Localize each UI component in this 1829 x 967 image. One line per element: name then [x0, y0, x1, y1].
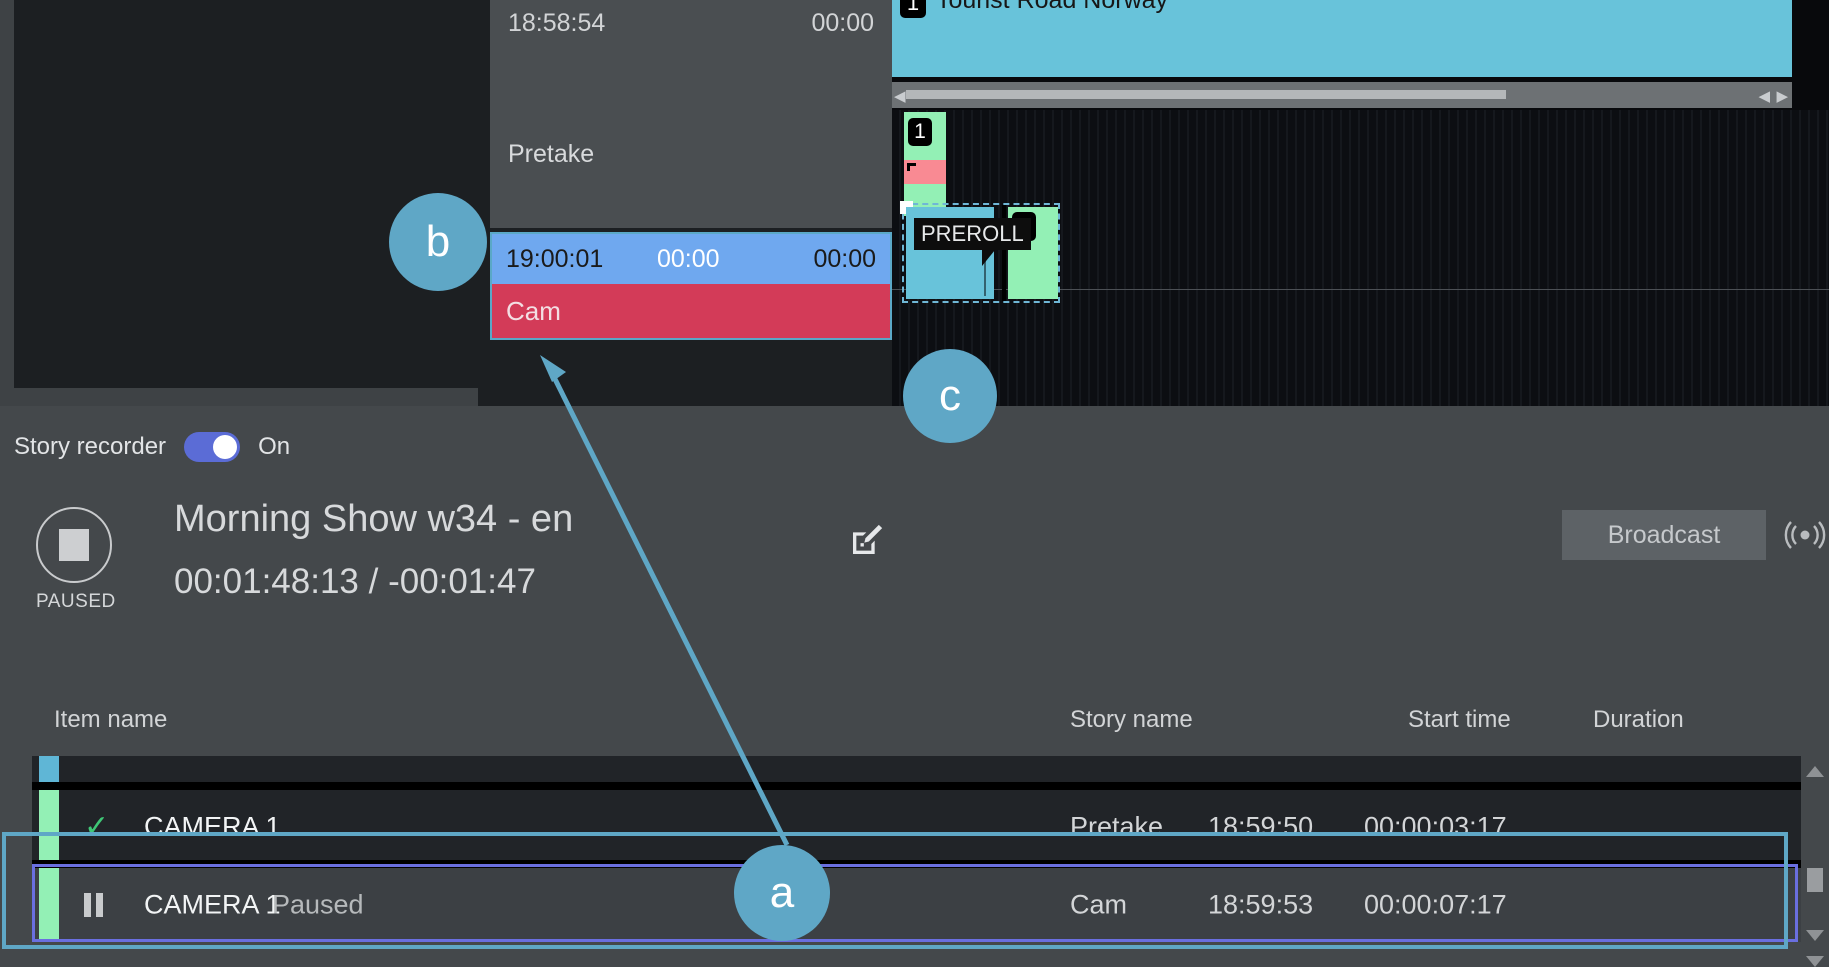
story-recorder-label: Story recorder — [14, 433, 167, 460]
story-times-row: 18:58:54 00:00 — [490, 0, 892, 58]
transport-state-label: PAUSED — [36, 591, 116, 612]
edit-pencil-icon[interactable] — [848, 519, 888, 559]
cam-mid-time: 00:00 — [657, 245, 720, 273]
annotation-bubble-a: a — [734, 845, 830, 941]
table-header: Item name Story name Start time Duration — [0, 700, 1829, 756]
preview-gutter — [0, 0, 14, 406]
rundown-column: 18:58:54 00:00 Pretake 19:00:01 00:00 00… — [478, 0, 892, 406]
recorder-main-row: PAUSED Morning Show w34 - en 00:01:48:13… — [0, 492, 1829, 652]
pretake-offset: 00:00 — [811, 8, 874, 37]
scroll-step-left-icon[interactable]: ◀ — [1758, 87, 1770, 105]
timeline-clip-green-upper[interactable]: 1 — [904, 112, 946, 160]
stop-button[interactable] — [36, 507, 112, 583]
story-recorder-toggle[interactable] — [184, 432, 241, 462]
clip-index-badge: 1 — [908, 118, 932, 146]
timeline-top-clip[interactable]: 1 Tourist Road Norway — [892, 0, 1792, 77]
preroll-label: PREROLL — [914, 218, 1031, 250]
scrollbar-thumb[interactable] — [1807, 868, 1823, 892]
on-air-icon[interactable] — [1784, 514, 1826, 556]
recording-title: Morning Show w34 - en — [174, 498, 574, 540]
scroll-up-arrow-icon[interactable] — [1806, 766, 1824, 777]
story-block-pretake[interactable]: 18:58:54 00:00 Pretake — [490, 0, 892, 228]
highlight-rectangle-selected-row — [2, 832, 1788, 949]
annotation-bubble-b: b — [389, 193, 487, 291]
column-header-duration[interactable]: Duration — [1593, 706, 1684, 734]
clip-index-badge: 1 — [900, 0, 926, 18]
scroll-step-right-icon[interactable]: ▶ — [1776, 87, 1788, 105]
toggle-knob — [213, 435, 238, 459]
pretake-start-time: 18:58:54 — [508, 8, 606, 37]
scroll-page-down-arrow-icon[interactable] — [1806, 956, 1824, 967]
broadcast-button[interactable]: Broadcast — [1562, 510, 1766, 560]
cam-end-time: 00:00 — [813, 245, 876, 273]
app-root: 18:58:54 00:00 Pretake 19:00:01 00:00 00… — [0, 0, 1829, 967]
cam-start-time: 19:00:01 — [506, 245, 604, 273]
preview-panel — [14, 0, 478, 388]
story-recorder-state: On — [258, 433, 291, 460]
scroll-down-arrow-icon[interactable] — [1806, 930, 1824, 941]
annotation-bubble-c: c — [903, 349, 997, 443]
cam-story-header: 19:00:01 00:00 00:00 — [492, 234, 890, 284]
timeline-panel: 1 Tourist Road Norway ◀ ◀ ▶ 1 PREROLL — [892, 0, 1829, 406]
cam-story-name: Cam — [506, 296, 561, 326]
rundown-bottom-fill — [478, 346, 892, 406]
column-header-story-name[interactable]: Story name — [1070, 706, 1193, 734]
stop-icon — [59, 529, 89, 561]
cam-story-body: Cam — [492, 284, 890, 338]
scroll-left-arrow-icon[interactable]: ◀ — [894, 87, 906, 105]
scrollbar-thumb[interactable] — [906, 90, 1506, 99]
timeline-clip-red[interactable] — [904, 160, 946, 184]
column-header-item-name[interactable]: Item name — [54, 706, 167, 734]
column-header-start-time[interactable]: Start time — [1408, 706, 1511, 734]
table-vertical-scrollbar[interactable] — [1801, 756, 1829, 967]
timeline-horizontal-scrollbar[interactable]: ◀ ◀ ▶ — [892, 82, 1792, 108]
story-block-cam[interactable]: 19:00:01 00:00 00:00 Cam — [490, 232, 892, 340]
pretake-story-name: Pretake — [508, 140, 595, 168]
rundown-timeline-area: 18:58:54 00:00 Pretake 19:00:01 00:00 00… — [0, 0, 1829, 406]
timeline-selection-group[interactable]: 1 PREROLL — [900, 201, 1060, 303]
preroll-pointer-icon — [982, 250, 995, 266]
timeline-top-clip-title: Tourist Road Norway — [936, 0, 1169, 14]
recording-timecode: 00:01:48:13 / -00:01:47 — [174, 562, 536, 601]
story-recorder-toggle-row: Story recorder On — [14, 430, 290, 464]
broadcast-button-label: Broadcast — [1607, 520, 1721, 549]
clip-corner-marker-icon — [907, 163, 916, 171]
